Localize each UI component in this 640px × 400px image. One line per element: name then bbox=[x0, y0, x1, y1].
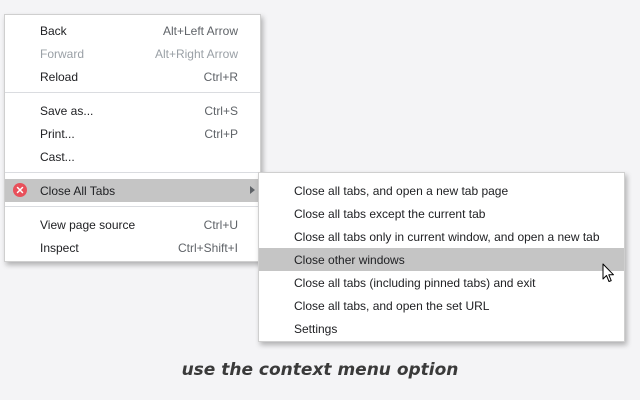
menu-item-forward: Forward Alt+Right Arrow bbox=[5, 42, 260, 65]
submenu-item-close-all-except-current[interactable]: Close all tabs except the current tab bbox=[259, 202, 624, 225]
menu-item-label: View page source bbox=[40, 217, 136, 232]
submenu-item-close-other-windows[interactable]: Close other windows bbox=[259, 248, 624, 271]
submenu-item-label: Close all tabs, and open the set URL bbox=[294, 298, 490, 313]
menu-item-shortcut: Ctrl+R bbox=[203, 69, 238, 84]
submenu-item-close-all-open-set-url[interactable]: Close all tabs, and open the set URL bbox=[259, 294, 624, 317]
menu-item-back[interactable]: Back Alt+Left Arrow bbox=[5, 19, 260, 42]
submenu-item-label: Close all tabs except the current tab bbox=[294, 206, 486, 221]
menu-item-shortcut: Ctrl+U bbox=[203, 217, 238, 232]
submenu-item-close-all-including-pinned-exit[interactable]: Close all tabs (including pinned tabs) a… bbox=[259, 271, 624, 294]
submenu-item-label: Close all tabs (including pinned tabs) a… bbox=[294, 275, 536, 290]
menu-item-save-as[interactable]: Save as... Ctrl+S bbox=[5, 99, 260, 122]
menu-item-close-all-tabs[interactable]: Close All Tabs bbox=[5, 179, 260, 202]
caption-text: use the context menu option bbox=[181, 360, 459, 380]
menu-item-shortcut: Alt+Left Arrow bbox=[162, 23, 238, 38]
menu-item-shortcut: Ctrl+P bbox=[204, 126, 238, 141]
mouse-pointer-icon bbox=[602, 263, 614, 282]
menu-item-print[interactable]: Print... Ctrl+P bbox=[5, 122, 260, 145]
close-tabs-submenu: Close all tabs, and open a new tab page … bbox=[258, 172, 625, 342]
menu-item-shortcut: Ctrl+Shift+I bbox=[177, 240, 238, 255]
menu-item-shortcut: Ctrl+S bbox=[204, 103, 238, 118]
menu-item-label: Save as... bbox=[40, 103, 94, 118]
submenu-item-label: Close all tabs, and open a new tab page bbox=[294, 183, 509, 198]
menu-separator bbox=[5, 92, 260, 93]
submenu-item-label: Close all tabs only in current window, a… bbox=[294, 229, 600, 244]
submenu-item-label: Settings bbox=[294, 321, 338, 336]
menu-item-label: Back bbox=[40, 23, 67, 38]
submenu-arrow-icon bbox=[250, 186, 255, 194]
menu-item-label: Close All Tabs bbox=[40, 183, 116, 198]
context-menu: Back Alt+Left Arrow Forward Alt+Right Ar… bbox=[4, 14, 261, 262]
submenu-item-label: Close other windows bbox=[294, 252, 405, 267]
menu-item-shortcut: Alt+Right Arrow bbox=[154, 46, 238, 61]
menu-item-label: Cast... bbox=[40, 149, 75, 164]
menu-item-view-page-source[interactable]: View page source Ctrl+U bbox=[5, 213, 260, 236]
menu-item-label: Print... bbox=[40, 126, 75, 141]
menu-item-cast[interactable]: Cast... bbox=[5, 145, 260, 168]
menu-separator bbox=[5, 206, 260, 207]
menu-item-label: Reload bbox=[40, 69, 79, 84]
menu-item-label: Forward bbox=[40, 46, 85, 61]
menu-item-reload[interactable]: Reload Ctrl+R bbox=[5, 65, 260, 88]
close-circle-icon bbox=[13, 183, 27, 197]
menu-separator bbox=[5, 172, 260, 173]
submenu-item-close-all-open-new-tab[interactable]: Close all tabs, and open a new tab page bbox=[259, 179, 624, 202]
submenu-item-settings[interactable]: Settings bbox=[259, 317, 624, 340]
submenu-item-close-current-window-open-new-tab[interactable]: Close all tabs only in current window, a… bbox=[259, 225, 624, 248]
menu-item-label: Inspect bbox=[40, 240, 79, 255]
menu-item-inspect[interactable]: Inspect Ctrl+Shift+I bbox=[5, 236, 260, 259]
